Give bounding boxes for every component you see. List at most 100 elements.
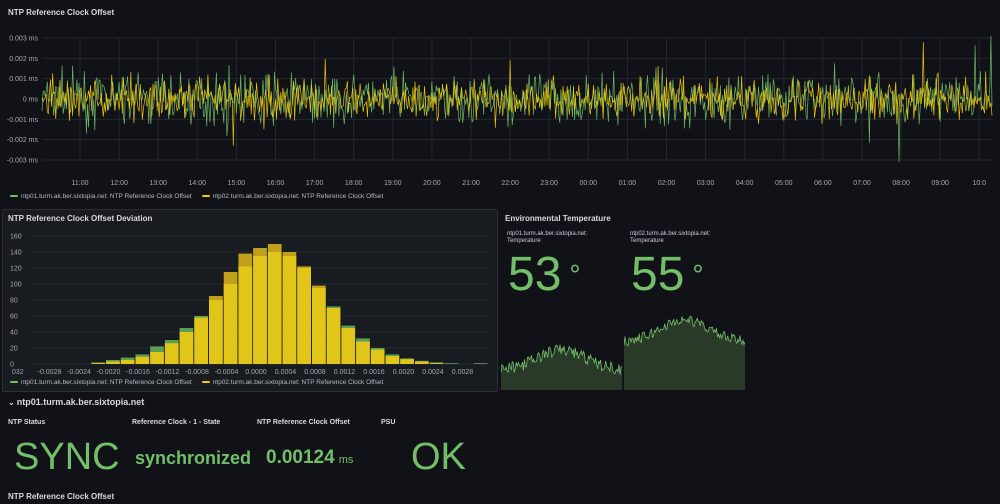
- y-tick-label: 0.001 ms: [9, 76, 38, 83]
- stat-label-ref-clock-offset[interactable]: NTP Reference Clock Offset: [257, 419, 350, 426]
- legend-label: ntp01.turm.ak.ber.sixtopia.net: NTP Refe…: [21, 193, 192, 200]
- bar-overlap: [179, 332, 194, 364]
- temperature-value-ntp02: 55 °: [631, 248, 704, 301]
- offset-legend: ntp01.turm.ak.ber.sixtopia.net: NTP Refe…: [10, 193, 383, 200]
- x-tick-label: 16:00: [267, 180, 285, 187]
- bar-overlap: [400, 359, 414, 364]
- x-tick-label: 01:00: [619, 180, 637, 187]
- x-tick-label: 00:00: [580, 180, 598, 187]
- bar-overlap: [91, 363, 106, 364]
- x-tick-label: 22:00: [501, 180, 519, 187]
- stat-label-psu[interactable]: PSU: [381, 419, 395, 426]
- bar-overlap: [429, 363, 444, 364]
- y-tick-label: -0.001 ms: [7, 117, 39, 124]
- y-tick-label: 140: [10, 250, 22, 257]
- x-tick-label: 032: [12, 369, 24, 376]
- x-tick-label: 19:00: [384, 180, 402, 187]
- x-tick-label: 07:00: [853, 180, 871, 187]
- bar-overlap: [223, 284, 238, 364]
- y-tick-label: 40: [10, 330, 18, 337]
- x-tick-label: 12:00: [110, 180, 128, 187]
- y-tick-label: 100: [10, 282, 22, 289]
- row-header-ntp01[interactable]: ⌄ ntp01.turm.ak.ber.sixtopia.net: [8, 397, 144, 407]
- y-tick-label: 0.003 ms: [9, 36, 38, 43]
- next-panel-title[interactable]: NTP Reference Clock Offset: [8, 492, 114, 501]
- y-tick-label: 60: [10, 314, 18, 321]
- bar-overlap: [414, 361, 429, 364]
- bar-ntp01: [444, 363, 459, 364]
- x-tick-label: 09:00: [931, 180, 949, 187]
- x-tick-label: -0.0008: [185, 369, 209, 376]
- y-tick-label: -0.003 ms: [7, 158, 39, 165]
- stat-value-ntp-status: SYNC: [14, 436, 120, 478]
- stat-label-ntp-status[interactable]: NTP Status: [8, 419, 45, 426]
- histogram-panel-title[interactable]: NTP Reference Clock Offset Deviation: [8, 214, 152, 223]
- temperature-sparkline-ntp01: [501, 344, 622, 390]
- x-tick-label: -0.0012: [156, 369, 180, 376]
- x-tick-label: 17:00: [306, 180, 324, 187]
- x-tick-label: 0.0024: [422, 369, 444, 376]
- x-tick-label: 18:00: [345, 180, 363, 187]
- chevron-down-icon: ⌄: [8, 398, 15, 407]
- bar-overlap: [194, 317, 209, 364]
- legend-swatch: [10, 195, 18, 198]
- bar-overlap: [297, 268, 311, 364]
- x-tick-label: 0.0000: [245, 369, 267, 376]
- y-tick-label: 0.002 ms: [9, 56, 38, 63]
- temperature-panel-title[interactable]: Environmental Temperature: [505, 214, 611, 223]
- x-tick-label: 0.0020: [393, 369, 415, 376]
- x-tick-label: -0.0024: [67, 369, 91, 376]
- offset-panel-title[interactable]: NTP Reference Clock Offset: [8, 8, 114, 17]
- legend-label: ntp01.turm.ak.ber.sixtopia.net: NTP Refe…: [21, 379, 192, 386]
- y-tick-label: 160: [10, 234, 22, 241]
- temperature-sparkline-ntp02: [624, 315, 745, 390]
- y-tick-label: 20: [10, 346, 18, 353]
- x-tick-label: -0.0016: [126, 369, 150, 376]
- y-tick-label: -0.002 ms: [7, 137, 39, 144]
- legend-item-ntp01[interactable]: ntp01.turm.ak.ber.sixtopia.net: NTP Refe…: [10, 379, 192, 386]
- x-tick-label: 02:00: [658, 180, 676, 187]
- temperature-value-ntp01: 53 °: [508, 248, 581, 301]
- x-tick-label: 08:00: [892, 180, 910, 187]
- bar-ntp01: [473, 363, 488, 364]
- x-tick-label: 13:00: [149, 180, 167, 187]
- x-tick-label: 10:0: [972, 180, 986, 187]
- bar-overlap: [120, 360, 135, 364]
- stat-value-ref-clock-offset: 0.00124 ms: [266, 447, 354, 468]
- y-tick-label: 80: [10, 298, 18, 305]
- histogram-legend: ntp01.turm.ak.ber.sixtopia.net: NTP Refe…: [10, 379, 383, 386]
- legend-swatch: [201, 195, 210, 198]
- x-tick-label: 05:00: [775, 180, 793, 187]
- bar-overlap: [282, 256, 297, 364]
- bar-overlap: [106, 361, 120, 364]
- stat-label-ref-clock-state[interactable]: Reference Clock - 1 - State: [132, 419, 220, 426]
- x-tick-label: 0.0004: [275, 369, 297, 376]
- bar-overlap: [135, 356, 150, 364]
- x-tick-label: 21:00: [462, 180, 480, 187]
- x-tick-label: 14:00: [189, 180, 207, 187]
- legend-label: ntp02.turm.ak.ber.sixtopia.net: NTP Refe…: [212, 379, 384, 386]
- offset-time-series-chart: 0.003 ms 0.002 ms 0.001 ms 0 ms -0.001 ms -0.…: [7, 36, 993, 187]
- legend-swatch: [10, 381, 18, 384]
- y-tick-label: 120: [10, 266, 22, 273]
- x-tick-label: -0.0004: [215, 369, 239, 376]
- x-tick-label: 04:00: [736, 180, 754, 187]
- x-tick-label: -0.0020: [97, 369, 121, 376]
- row-title-text: ntp01.turm.ak.ber.sixtopia.net: [16, 397, 145, 407]
- bar-overlap: [267, 252, 282, 364]
- x-tick-label: 23:00: [540, 180, 558, 187]
- legend-item-ntp01[interactable]: ntp01.turm.ak.ber.sixtopia.net: NTP Refe…: [10, 193, 192, 200]
- x-tick-label: 11:00: [72, 180, 89, 187]
- x-tick-label: 0.0012: [334, 369, 356, 376]
- stat-value-psu: OK: [411, 436, 466, 478]
- bar-overlap: [238, 266, 253, 364]
- bar-overlap: [385, 356, 400, 364]
- temperature-label-ntp01: ntp01.turm.ak.ber.sixtopia.net: Temperat…: [507, 231, 588, 244]
- bar-overlap: [326, 308, 341, 364]
- legend-item-ntp02[interactable]: ntp02.turm.ak.ber.sixtopia.net: NTP Refe…: [201, 379, 384, 386]
- x-tick-label: 15:00: [228, 180, 246, 187]
- legend-item-ntp02[interactable]: ntp02.turm.ak.ber.sixtopia.net: NTP Refe…: [201, 193, 384, 200]
- bar-overlap: [253, 256, 267, 364]
- legend-label: ntp02.turm.ak.ber.sixtopia.net: NTP Refe…: [212, 193, 384, 200]
- bar-overlap: [209, 300, 223, 364]
